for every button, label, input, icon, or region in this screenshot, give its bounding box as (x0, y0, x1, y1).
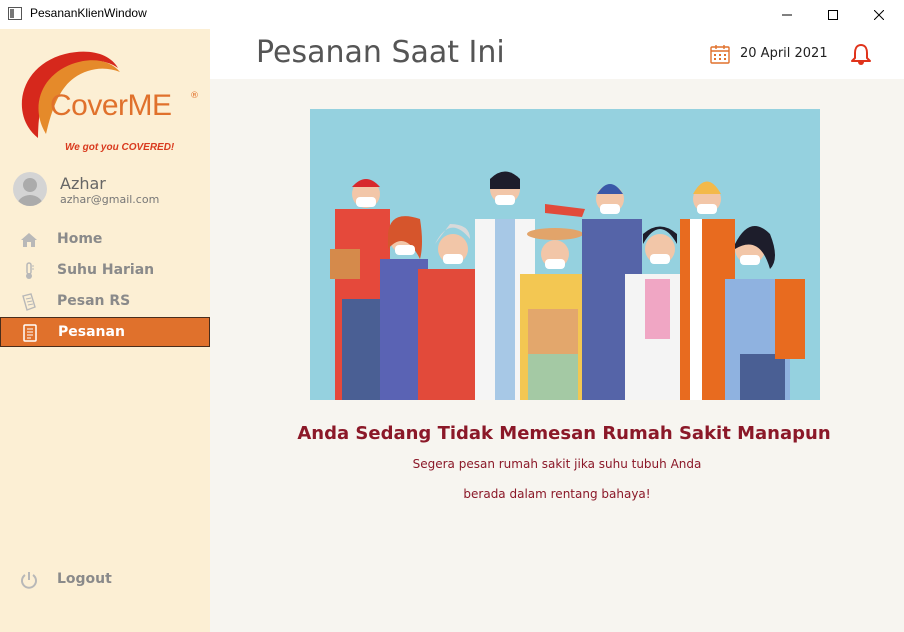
minimize-button[interactable] (764, 0, 810, 29)
sidebar-item-label: Home (57, 231, 103, 247)
main-content: Anda Sedang Tidak Memesan Rumah Sakit Ma… (210, 79, 904, 632)
sidebar-item-label: Suhu Harian (57, 262, 155, 278)
empty-state-title: Anda Sedang Tidak Memesan Rumah Sakit Ma… (297, 423, 831, 444)
sidebar-item-pesanan[interactable]: Pesanan (0, 317, 210, 347)
sidebar-item-home[interactable]: Home (0, 225, 210, 255)
sidebar-item-label: Pesanan (58, 324, 125, 340)
brand-registered-mark: ® (190, 91, 199, 101)
user-profile: Azhar azhar@gmail.com (13, 172, 203, 212)
calendar-icon[interactable] (710, 44, 730, 64)
brand-name: CoverME (50, 89, 172, 122)
logout-label: Logout (57, 571, 112, 587)
brand-logo: CoverME ® We got you COVERED! (10, 46, 200, 153)
logout-button[interactable]: Logout (0, 565, 210, 595)
document-icon (22, 293, 36, 311)
power-icon (21, 572, 37, 589)
sidebar-item-label: Pesan RS (57, 293, 131, 309)
thermometer-icon (26, 262, 34, 279)
brand-tagline: We got you COVERED! (65, 142, 175, 153)
window-title: PesananKlienWindow (30, 6, 147, 20)
sidebar-item-pesan-rs[interactable]: Pesan RS (0, 287, 210, 317)
avatar (13, 172, 47, 206)
sidebar: CoverME ® We got you COVERED! Azhar azha… (0, 29, 210, 632)
window-titlebar: PesananKlienWindow (0, 0, 904, 29)
empty-state-message-line-1: Segera pesan rumah sakit jika suhu tubuh… (412, 457, 702, 471)
user-email: azhar@gmail.com (60, 193, 160, 206)
workers-with-masks-image (310, 109, 820, 400)
close-button[interactable] (856, 0, 902, 29)
home-icon (21, 233, 37, 247)
user-avatar-icon (17, 178, 43, 206)
page-header: Pesanan Saat Ini 20 April 2021 (210, 29, 904, 79)
empty-state-message-line-2: berada dalam rentang bahaya! (463, 487, 651, 501)
current-date: 20 April 2021 (740, 46, 828, 61)
user-name: Azhar (60, 174, 106, 193)
page-title: Pesanan Saat Ini (256, 35, 505, 70)
workers-illustration (310, 109, 820, 400)
maximize-button[interactable] (810, 0, 856, 29)
list-icon (23, 324, 37, 342)
app-window-icon (8, 7, 22, 20)
sidebar-item-suhu-harian[interactable]: Suhu Harian (0, 256, 210, 286)
bell-icon[interactable] (850, 43, 872, 65)
